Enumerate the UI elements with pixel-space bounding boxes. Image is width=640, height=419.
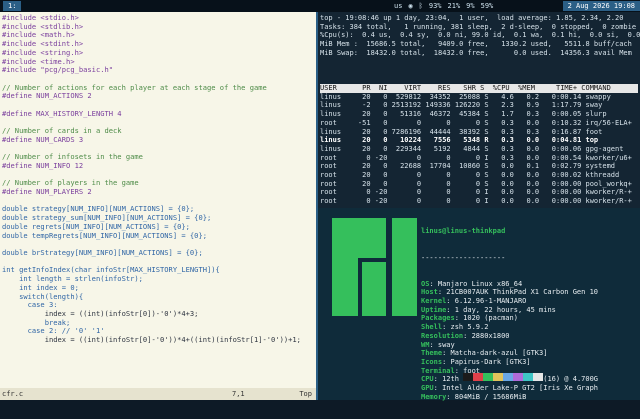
info-value: : 6.12.96-1-MANJARO bbox=[446, 297, 527, 306]
clock[interactable]: 2 Aug 2026 19:08 bbox=[562, 1, 640, 11]
info-key: Uptime bbox=[421, 305, 447, 314]
memory-label[interactable]: 9% bbox=[466, 0, 474, 12]
separator-line: -------------------- bbox=[421, 253, 506, 262]
code-line[interactable]: #define NUM_PLAYERS 2 bbox=[2, 187, 301, 197]
keyboard-layout-label[interactable]: us bbox=[394, 0, 402, 12]
color-swatch bbox=[483, 373, 493, 381]
info-row: Theme: Matcha-dark-azul [GTK3] bbox=[421, 349, 598, 358]
scroll-position: Top bbox=[299, 390, 312, 398]
system-tray: us ◉ ᛒ 93% 21% 9% 59% bbox=[394, 0, 493, 12]
info-row: Packages: 1020 (pacman) bbox=[421, 314, 598, 323]
info-row: Resolution: 2880x1800 bbox=[421, 332, 598, 341]
info-key: Packages bbox=[421, 314, 455, 323]
info-value: : sway bbox=[429, 340, 455, 349]
process-row: root 20 0 22688 17704 10860 S 0.0 0.1 0:… bbox=[320, 162, 616, 171]
battery-label[interactable]: 93% bbox=[429, 0, 442, 12]
status-bar: 1: us ◉ ᛒ 93% 21% 9% 59% 2 Aug 2026 19:0… bbox=[0, 0, 640, 12]
code-line[interactable]: #define NUM_ACTIONS 2 bbox=[2, 92, 301, 101]
top-summary-line: Tasks: 384 total, 1 running, 381 sleep, … bbox=[320, 22, 637, 31]
neofetch-terminal[interactable]: linus@linus-thinkpad -------------------… bbox=[318, 208, 640, 402]
process-row: root -51 0 0 0 0 S 0.3 0.0 0:10.32 irq/5… bbox=[320, 118, 632, 127]
manjaro-logo bbox=[332, 218, 417, 316]
info-row: Icons: Papirus-Dark [GTK3] bbox=[421, 358, 598, 367]
info-value: : Manjaro Linux x86_64 bbox=[429, 279, 523, 288]
info-key: CPU bbox=[421, 375, 434, 384]
top-summary-line: MiB Swap: 18432.0 total, 18432.0 free, 0… bbox=[320, 48, 632, 57]
process-row: root 0 -20 0 0 0 I 0.0 0.0 0:00.00 kwork… bbox=[320, 188, 632, 197]
color-swatch bbox=[463, 373, 473, 381]
code-line[interactable]: index = ((int)(infoStr[0]-'0'))*4+((int)… bbox=[2, 335, 301, 345]
color-swatch bbox=[473, 373, 483, 381]
process-row: root 0 -20 0 0 0 I 0.0 0.0 0:00.00 kwork… bbox=[320, 197, 632, 206]
color-swatches bbox=[463, 373, 543, 391]
color-swatch bbox=[493, 373, 503, 381]
info-value: : 1 day, 22 hours, 45 mins bbox=[446, 305, 556, 314]
process-table-header: USER PR NI VIRT RES SHR S %CPU %MEM TIME… bbox=[320, 84, 638, 93]
info-value: : 21CB007AUK ThinkPad X1 Carbon Gen 10 bbox=[437, 288, 599, 297]
info-key: Terminal bbox=[421, 366, 455, 375]
top-summary-line: %Cpu(s): 0.4 us, 0.4 sy, 0.0 ni, 99.0 id… bbox=[320, 31, 640, 40]
code-line[interactable]: #define NUM_CARDS 3 bbox=[2, 135, 301, 145]
info-key: Icons bbox=[421, 357, 443, 366]
code-line[interactable]: #define NUM_INFO 12 bbox=[2, 161, 301, 171]
volume-label[interactable]: 59% bbox=[481, 0, 494, 12]
info-row: Kernel: 6.12.96-1-MANJARO bbox=[421, 297, 598, 306]
info-row: Host: 21CB007AUK ThinkPad X1 Carbon Gen … bbox=[421, 288, 598, 297]
code-line[interactable]: #define MAX_HISTORY_LENGTH 4 bbox=[2, 109, 301, 119]
info-value: : 2880x1800 bbox=[463, 331, 510, 340]
info-row: OS: Manjaro Linux x86_64 bbox=[421, 280, 598, 289]
cursor-position: 7,1 bbox=[232, 390, 245, 398]
color-swatch bbox=[533, 373, 543, 381]
code-line[interactable]: double brStrategy[NUM_INFO][NUM_ACTIONS]… bbox=[2, 248, 301, 258]
process-row: root 20 0 0 0 0 S 0.0 0.0 0:00.02 kthrea… bbox=[320, 171, 620, 180]
code-buffer[interactable]: #include <stdio.h> #include <stdlib.h> #in… bbox=[2, 13, 301, 345]
top-terminal[interactable]: top - 19:08:46 up 1 day, 23:04, 1 user, … bbox=[318, 12, 640, 208]
info-value: : zsh 5.9.2 bbox=[442, 323, 489, 332]
info-row: Uptime: 1 day, 22 hours, 45 mins bbox=[421, 306, 598, 315]
top-summary-line: MiB Mem : 15686.5 total, 9409.0 free, 13… bbox=[320, 40, 632, 49]
color-swatch bbox=[523, 373, 533, 381]
info-value: : Matcha-dark-azul [GTK3] bbox=[442, 349, 548, 358]
process-row: linus 20 0 51316 46372 45384 S 1.7 0.3 0… bbox=[320, 110, 607, 119]
info-key: Shell bbox=[421, 323, 443, 332]
process-row: linus 20 0 7286196 44444 38392 S 0.3 0.3… bbox=[320, 127, 603, 136]
color-swatch bbox=[503, 373, 513, 381]
process-row: root 20 0 0 0 0 S 0.0 0.0 0:00.00 pool_w… bbox=[320, 179, 632, 188]
info-key: Theme bbox=[421, 349, 443, 358]
process-table: USER PR NI VIRT RES SHR S %CPU %MEM TIME… bbox=[320, 84, 638, 206]
process-row: linus 20 0 229344 5192 4844 S 0.3 0.0 0:… bbox=[320, 144, 624, 153]
process-row: linus 20 0 529812 34352 25088 S 4.6 0.2 … bbox=[320, 92, 611, 101]
info-value: : 1020 (pacman) bbox=[454, 314, 518, 323]
info-key: Resolution bbox=[421, 331, 464, 340]
info-value: : Papirus-Dark [GTK3] bbox=[442, 357, 531, 366]
info-key: GPU bbox=[421, 384, 434, 393]
process-row: root 0 -20 0 0 0 I 0.3 0.0 0:00.54 kwork… bbox=[320, 153, 632, 162]
code-line[interactable]: double tempRegrets[NUM_INFO][NUM_ACTIONS… bbox=[2, 231, 301, 241]
info-key: Kernel bbox=[421, 297, 447, 306]
info-row: WM: sway bbox=[421, 341, 598, 350]
workspace-1-button[interactable]: 1: bbox=[3, 1, 22, 11]
info-row: Shell: zsh 5.9.2 bbox=[421, 323, 598, 332]
file-name: cfr.c bbox=[2, 390, 24, 398]
color-swatch bbox=[513, 373, 523, 381]
top-summary: top - 19:08:46 up 1 day, 23:04, 1 user, … bbox=[320, 14, 640, 58]
info-row: Memory: 804MiB / 15686MiB bbox=[421, 393, 598, 402]
process-row: linus -2 0 2513192 149336 126220 S 2.3 0… bbox=[320, 101, 603, 110]
bluetooth-icon[interactable]: ᛒ bbox=[419, 0, 423, 12]
info-key: Host bbox=[421, 288, 438, 297]
vim-status-line: cfr.c 7,1 Top bbox=[0, 388, 316, 400]
code-line[interactable]: #include "pcg/pcg_basic.h" bbox=[2, 66, 301, 75]
wifi-icon[interactable]: ◉ bbox=[408, 0, 412, 12]
top-summary-line: top - 19:08:46 up 1 day, 23:04, 1 user, … bbox=[320, 14, 624, 22]
cpu-label[interactable]: 21% bbox=[448, 0, 461, 12]
user-host: linus@linus-thinkpad bbox=[421, 227, 506, 236]
process-row: linus 20 0 10224 7556 5348 R 0.3 0.0 0:0… bbox=[320, 136, 599, 145]
vim-editor-window[interactable]: #include <stdio.h> #include <stdlib.h> #in… bbox=[0, 12, 316, 400]
